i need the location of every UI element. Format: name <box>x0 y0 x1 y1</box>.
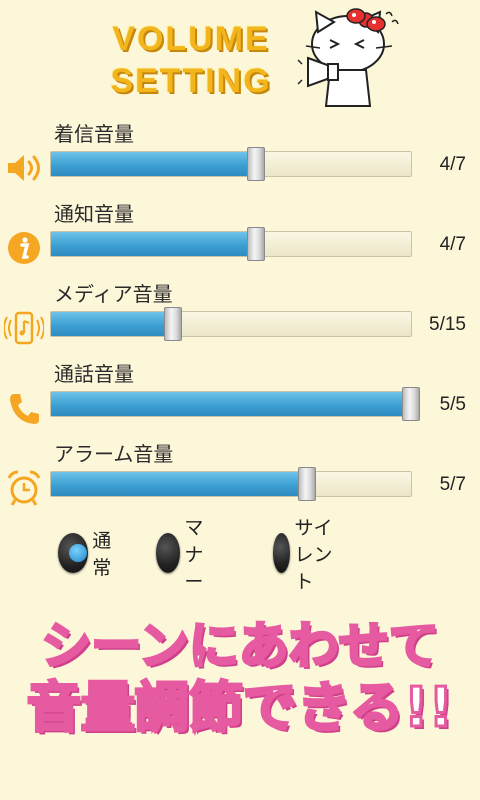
ringtone-slider[interactable] <box>50 147 412 181</box>
mode-silent-radio[interactable] <box>273 533 291 573</box>
speaker-icon <box>8 155 40 181</box>
alarm-slider[interactable] <box>50 467 412 501</box>
mode-manner-radio[interactable] <box>156 533 181 573</box>
mode-manner-label: マナー <box>184 516 204 593</box>
media-slider-thumb[interactable] <box>164 307 183 341</box>
slider-row-notification: 通知音量 4/7 <box>0 198 480 278</box>
phone-icon <box>10 394 39 424</box>
header: VOLUME SETTING <box>0 0 480 110</box>
title-volume: VOLUME <box>112 20 270 58</box>
mode-normal-radio[interactable] <box>58 533 89 573</box>
banner-line1: シーンにあわせて <box>40 616 441 677</box>
media-label: メディア音量 <box>54 282 173 306</box>
music-phone-icon <box>4 311 44 345</box>
media-slider-fill <box>51 312 174 336</box>
kitty-character-icon <box>297 8 399 107</box>
mode-manner[interactable]: マナー <box>156 517 219 593</box>
call-slider-thumb[interactable] <box>402 387 420 421</box>
alarm-slider-thumb[interactable] <box>297 467 316 501</box>
ringtone-label: 着信音量 <box>54 122 134 146</box>
notification-value: 4/7 <box>439 234 466 255</box>
slider-row-alarm: アラーム音量 5/7 <box>0 438 480 518</box>
alarm-label: アラーム音量 <box>54 442 174 466</box>
mode-normal[interactable]: 通常 <box>58 530 121 579</box>
banner-line2: 音量調節できる!! <box>25 675 454 740</box>
mode-silent-label: サイレント <box>294 516 333 593</box>
alarm-value: 5/7 <box>439 474 466 495</box>
alarm-clock-icon <box>7 470 41 506</box>
notification-slider-fill <box>51 232 257 256</box>
mode-silent[interactable]: サイレント <box>273 517 336 593</box>
call-label: 通話音量 <box>54 362 134 386</box>
slider-row-ringtone: 着信音量 4/7 <box>0 118 480 198</box>
promo-banner: シーンにあわせて 音量調節できる!! <box>0 615 480 741</box>
info-icon <box>8 232 40 264</box>
notification-slider-thumb[interactable] <box>247 227 266 261</box>
media-value: 5/15 <box>429 314 466 335</box>
mode-normal-label: 通常 <box>92 530 112 579</box>
alarm-slider-fill <box>51 472 307 496</box>
notification-label: 通知音量 <box>54 202 134 226</box>
call-value: 5/5 <box>439 394 466 415</box>
ringtone-value: 4/7 <box>439 154 466 175</box>
slider-row-media: メディア音量 5/15 <box>0 278 480 358</box>
notification-slider[interactable] <box>50 227 412 261</box>
ringtone-slider-fill <box>51 152 257 176</box>
title-setting: SETTING <box>110 62 272 100</box>
ringtone-slider-thumb[interactable] <box>247 147 266 181</box>
media-slider[interactable] <box>50 307 412 341</box>
call-slider[interactable] <box>50 387 420 421</box>
call-slider-fill <box>51 392 411 416</box>
slider-row-call: 通話音量 5/5 <box>0 358 480 438</box>
